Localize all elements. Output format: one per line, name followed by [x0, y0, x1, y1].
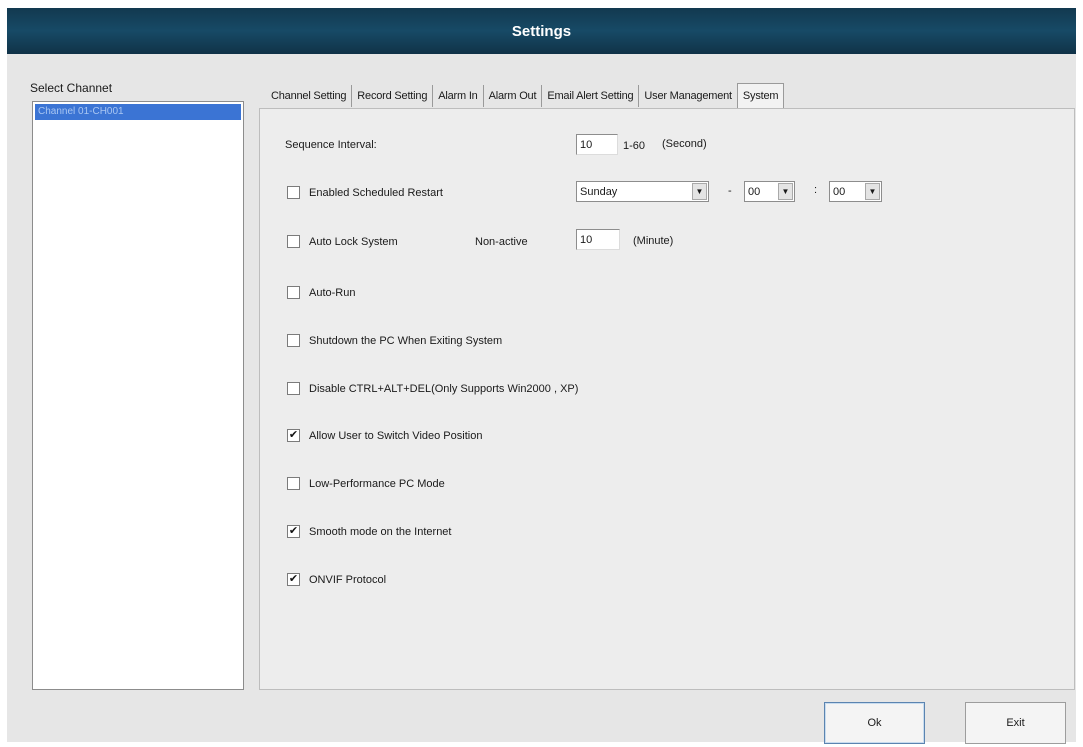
smooth-mode-option[interactable]: ✔ Smooth mode on the Internet: [287, 525, 451, 538]
restart-minute-value: 00: [833, 185, 846, 198]
low-performance-option[interactable]: Low-Performance PC Mode: [287, 477, 445, 490]
auto-lock-unit: (Minute): [633, 235, 674, 247]
scheduled-restart-label: Enabled Scheduled Restart: [309, 186, 443, 199]
shutdown-pc-option[interactable]: Shutdown the PC When Exiting System: [287, 334, 502, 347]
auto-run-checkbox[interactable]: [287, 286, 300, 299]
low-performance-label: Low-Performance PC Mode: [309, 477, 445, 490]
chevron-down-icon: ▼: [778, 183, 793, 200]
auto-run-label: Auto-Run: [309, 286, 356, 299]
switch-video-position-option[interactable]: ✔ Allow User to Switch Video Position: [287, 429, 482, 442]
sequence-interval-range: 1-60: [623, 140, 646, 152]
tab-alarm-in[interactable]: Alarm In: [433, 85, 484, 107]
restart-hour-select[interactable]: 00 ▼: [744, 181, 795, 202]
disable-ctrl-alt-del-checkbox[interactable]: [287, 382, 300, 395]
settings-window: Settings Select Channet Channel 01-CH001…: [7, 8, 1076, 744]
exit-button[interactable]: Exit: [965, 702, 1066, 744]
ok-button[interactable]: Ok: [824, 702, 925, 744]
restart-day-select[interactable]: Sunday ▼: [576, 181, 709, 202]
chevron-down-icon: ▼: [865, 183, 880, 200]
onvif-protocol-label: ONVIF Protocol: [309, 573, 387, 586]
restart-time-dash: -: [728, 185, 732, 197]
system-settings-panel: Sequence Interval: 10 1-60 (Second) Enab…: [259, 108, 1075, 690]
tab-record-setting[interactable]: Record Setting: [352, 85, 434, 107]
auto-run-option[interactable]: Auto-Run: [287, 286, 355, 299]
auto-lock-checkbox[interactable]: [287, 235, 300, 248]
scheduled-restart-option[interactable]: Enabled Scheduled Restart: [287, 186, 443, 199]
low-performance-checkbox[interactable]: [287, 477, 300, 490]
switch-video-position-label: Allow User to Switch Video Position: [309, 429, 483, 442]
onvif-protocol-option[interactable]: ✔ ONVIF Protocol: [287, 573, 386, 586]
checkmark-icon: ✔: [288, 525, 299, 537]
onvif-protocol-checkbox[interactable]: ✔: [287, 573, 300, 586]
non-active-label: Non-active: [475, 236, 528, 248]
channel-list-item[interactable]: Channel 01-CH001: [35, 104, 241, 120]
shutdown-pc-label: Shutdown the PC When Exiting System: [309, 334, 503, 347]
disable-ctrl-alt-del-option[interactable]: Disable CTRL+ALT+DEL(Only Supports Win20…: [287, 382, 578, 395]
sequence-interval-input[interactable]: 10: [576, 134, 618, 155]
smooth-mode-checkbox[interactable]: ✔: [287, 525, 300, 538]
channel-list[interactable]: Channel 01-CH001: [32, 101, 244, 690]
restart-minute-select[interactable]: 00 ▼: [829, 181, 882, 202]
shutdown-pc-checkbox[interactable]: [287, 334, 300, 347]
auto-lock-minutes-input[interactable]: 10: [576, 229, 620, 250]
chevron-down-icon: ▼: [692, 183, 707, 200]
scheduled-restart-checkbox[interactable]: [287, 186, 300, 199]
tab-user-management[interactable]: User Management: [639, 85, 737, 107]
smooth-mode-label: Smooth mode on the Internet: [309, 525, 452, 538]
tab-bar: Channel Setting Record Setting Alarm In …: [266, 83, 785, 109]
auto-lock-label: Auto Lock System: [309, 235, 398, 248]
disable-ctrl-alt-del-label: Disable CTRL+ALT+DEL(Only Supports Win20…: [309, 382, 579, 395]
checkmark-icon: ✔: [288, 429, 299, 441]
tab-alarm-out[interactable]: Alarm Out: [484, 85, 543, 107]
checkmark-icon: ✔: [288, 573, 299, 585]
switch-video-position-checkbox[interactable]: ✔: [287, 429, 300, 442]
auto-lock-option[interactable]: Auto Lock System: [287, 235, 398, 248]
sequence-interval-label: Sequence Interval:: [285, 139, 377, 151]
tab-channel-setting[interactable]: Channel Setting: [266, 85, 353, 107]
restart-day-value: Sunday: [580, 185, 618, 198]
tab-email-alert-setting[interactable]: Email Alert Setting: [542, 85, 640, 107]
tab-system[interactable]: System: [736, 83, 785, 109]
restart-hour-value: 00: [748, 185, 761, 198]
channel-list-label: Select Channet: [30, 81, 113, 95]
sequence-interval-unit: (Second): [662, 138, 707, 150]
restart-time-colon: :: [814, 184, 818, 196]
window-title: Settings: [7, 8, 1076, 54]
